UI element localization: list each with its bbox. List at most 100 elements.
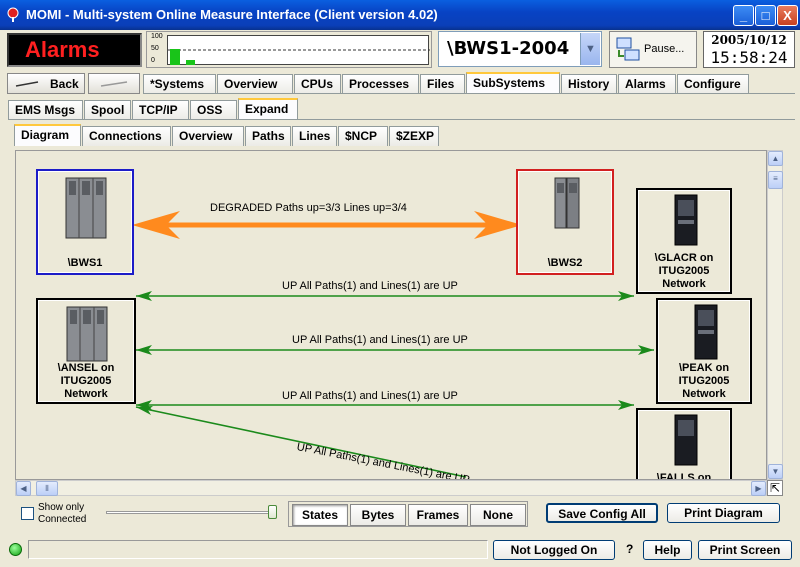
scroll-down-button[interactable]: ▼ [768,464,783,479]
tab-history[interactable]: History [561,74,617,94]
minimize-button[interactable]: _ [733,5,754,26]
connection-status-icon [9,543,22,556]
network-computers-icon [616,37,640,61]
scroll-up-button[interactable]: ▲ [768,151,783,166]
states-button[interactable]: States [292,504,348,526]
graph-plot [167,35,430,65]
bytes-button[interactable]: Bytes [350,504,406,526]
tab-configure[interactable]: Configure [677,74,749,94]
date-text: 2005/10/12 [711,33,787,47]
server-tower-icon [554,177,580,229]
title-bar: MOMI - Multi-system Online Measure Inter… [0,0,800,30]
tab-files[interactable]: Files [420,74,465,94]
subtab-spool[interactable]: Spool [84,100,131,120]
node-bws1-label: \BWS1 [67,257,103,269]
main-tabs-divider [143,93,795,94]
show-only-label: Show only [38,502,85,513]
login-status-button[interactable]: Not Logged On [493,540,615,560]
node-peak[interactable]: \PEAK on ITUG2005 Network [656,298,752,404]
expandtab-zexp[interactable]: $ZEXP [389,126,439,146]
cpu-activity-graph: 100 50 0 [146,31,432,68]
expandtab-connections[interactable]: Connections [82,126,171,146]
connected-label: Connected [38,514,87,525]
tab-systems[interactable]: *Systems [143,74,216,94]
print-screen-button[interactable]: Print Screen [698,540,792,560]
alarms-indicator[interactable]: Alarms [7,33,142,67]
datetime-display: 2005/10/12 15:58:24 [703,31,795,68]
diagram-vertical-scrollbar[interactable]: ▲ ≡ ▼ [767,150,783,480]
help-button[interactable]: Help [643,540,692,560]
sub-tabs-divider [8,119,795,120]
tab-cpus[interactable]: CPUs [294,74,341,94]
app-alarm-icon [7,7,19,22]
subtab-expand[interactable]: Expand [238,98,298,120]
forward-button[interactable] [88,73,140,94]
link-label-glacr: UP All Paths(1) and Lines(1) are UP [282,280,458,292]
graph-bar-1 [170,49,180,65]
tab-alarms[interactable]: Alarms [618,74,676,94]
pause-button[interactable]: Pause... [609,31,697,68]
link-label-bws1-bws2: DEGRADED Paths up=3/3 Lines up=3/4 [210,202,407,214]
tab-overview[interactable]: Overview [217,74,293,94]
node-bws1[interactable]: \BWS1 [36,169,134,275]
node-peak-label: \PEAK on ITUG2005 Network [678,362,730,400]
expand-diagram: DEGRADED Paths up=3/3 Lines up=3/4 UP Al… [15,150,767,480]
horizontal-scroll-thumb[interactable]: ⦀ [36,481,58,496]
tab-processes[interactable]: Processes [342,74,419,94]
diagram-horizontal-scrollbar[interactable]: ◀ ⦀ ▶ [15,480,767,496]
node-bws2[interactable]: \BWS2 [516,169,614,275]
node-ansel[interactable]: \ANSEL on ITUG2005 Network [36,298,136,404]
expandtab-overview[interactable]: Overview [172,126,244,146]
expandtab-lines[interactable]: Lines [292,126,337,146]
time-text: 15:58:24 [710,48,788,67]
link-label-peak: UP All Paths(1) and Lines(1) are UP [292,334,468,346]
zoom-slider-thumb[interactable] [268,505,277,519]
back-label: Back [50,77,79,91]
subtab-oss[interactable]: OSS [190,100,237,120]
expandtab-diagram[interactable]: Diagram [14,124,81,146]
link-label-falls: UP All Paths(1) and Lines(1) are UP [282,390,458,402]
server-tower-icon [674,194,698,246]
graph-bars [168,49,430,65]
graph-axis-100: 100 [151,33,163,40]
status-bar: Not Logged On ? Help Print Screen [0,538,800,567]
node-falls-label: \FALLS on [656,472,712,480]
graph-bar-2 [186,60,195,65]
scroll-left-button[interactable]: ◀ [16,481,31,496]
frames-button[interactable]: Frames [408,504,468,526]
expandtab-paths[interactable]: Paths [245,126,291,146]
status-message-field [28,540,488,559]
server-tower-icon [674,414,698,466]
window-title: MOMI - Multi-system Online Measure Inter… [26,7,438,22]
subtab-tcp-ip[interactable]: TCP/IP [132,100,189,120]
server-tower-icon [694,304,718,360]
node-falls[interactable]: \FALLS on [636,408,732,480]
node-glacr-label: \GLACR on ITUG2005 Network [654,252,714,290]
maximize-button[interactable]: □ [755,5,776,26]
graph-axis-50: 50 [151,45,159,52]
help-question-icon: ? [626,542,634,556]
show-only-connected-checkbox[interactable] [21,507,34,520]
display-mode-group: States Bytes Frames None [288,501,528,527]
back-button[interactable]: Back [7,73,85,94]
system-select-value: \BWS1-2004 [447,38,570,59]
chevron-down-icon[interactable]: ▼ [580,33,600,65]
none-button[interactable]: None [470,504,526,526]
expandtab-ncp[interactable]: $NCP [338,126,388,146]
zoom-slider[interactable] [106,503,277,521]
print-diagram-button[interactable]: Print Diagram [667,503,780,523]
pause-label: Pause... [644,43,685,55]
resize-corner-icon[interactable]: ⇱ [767,480,783,496]
close-button[interactable]: X [777,5,798,26]
node-ansel-label: \ANSEL on ITUG2005 Network [57,362,115,400]
subtab-ems-msgs[interactable]: EMS Msgs [8,100,83,120]
server-cabinet-icon [65,177,107,239]
system-select[interactable]: \BWS1-2004 ▼ [438,31,602,67]
save-config-all-button[interactable]: Save Config All [546,503,658,523]
graph-axis-0: 0 [151,57,155,64]
scroll-right-button[interactable]: ▶ [751,481,766,496]
node-bws2-label: \BWS2 [547,257,583,269]
tab-subsystems[interactable]: SubSystems [466,72,560,94]
node-glacr[interactable]: \GLACR on ITUG2005 Network [636,188,732,294]
vertical-scroll-thumb[interactable]: ≡ [768,171,783,189]
